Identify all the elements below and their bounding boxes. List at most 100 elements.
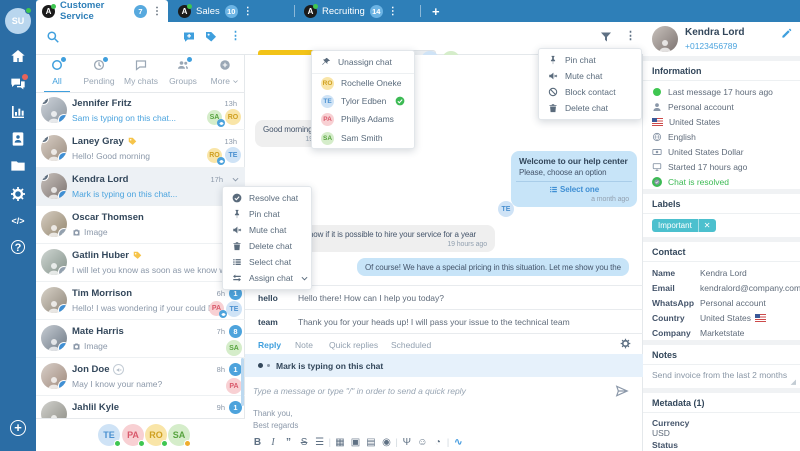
timer-icon[interactable]: ◔ — [431, 437, 444, 448]
composer-tab-scheduled[interactable]: Scheduled — [391, 340, 431, 350]
agent-avatar[interactable]: TE — [98, 424, 121, 447]
tab-menu-icon[interactable]: ⋮ — [388, 6, 398, 17]
contact-phone-link[interactable]: +0123456789 — [685, 41, 737, 51]
settings-icon[interactable] — [10, 186, 26, 202]
home-icon[interactable] — [10, 48, 26, 64]
menu-item-block-contact[interactable]: Block contact — [539, 84, 641, 100]
menu-item-agent[interactable]: RO Rochelle Oneke — [312, 74, 414, 92]
menu-item-mute-chat[interactable]: Mute chat — [223, 222, 311, 238]
composer-tab-quick-replies[interactable]: Quick replies — [329, 340, 378, 350]
agent-avatar[interactable]: RO — [145, 424, 168, 447]
chat-options-kebab-icon[interactable]: ⋮ — [625, 29, 636, 42]
info-started: Started 17 hours ago — [643, 159, 800, 174]
menu-item-resolve-chat[interactable]: Resolve chat — [223, 190, 311, 206]
bold-icon[interactable]: B — [251, 437, 264, 448]
tab-sales[interactable]: A Sales 10 ⋮ — [172, 0, 290, 22]
new-chat-icon[interactable] — [183, 31, 195, 43]
select-option-button[interactable]: Select one — [519, 185, 629, 194]
team-presence-bar: TE PA RO SA — [36, 418, 245, 451]
menu-item-unassign-chat[interactable]: Unassign chat — [312, 51, 414, 73]
add-workspace-icon[interactable]: + — [10, 420, 26, 436]
chat-list-item-selected[interactable]: Kendra Lord Mark is typing on this chat.… — [36, 168, 245, 206]
tab-menu-icon[interactable]: ⋮ — [152, 6, 162, 17]
agent-avatar: PA — [321, 112, 334, 126]
strikethrough-icon[interactable]: S — [298, 437, 311, 448]
menu-item-delete-chat[interactable]: Delete chat — [223, 238, 311, 254]
menu-item-select-chat[interactable]: Select chat — [223, 254, 311, 270]
menu-item-pin-chat[interactable]: Pin chat — [223, 206, 311, 222]
label-chip-important[interactable]: Important ✕ — [652, 219, 716, 232]
tab-unread-badge: 7 — [134, 4, 147, 18]
remove-label-icon[interactable]: ✕ — [697, 219, 716, 232]
align-icon[interactable]: ☰ — [313, 437, 326, 448]
list-tab-pending[interactable]: Pending — [78, 57, 120, 86]
resize-handle-icon[interactable]: ◢ — [791, 378, 796, 386]
quote-icon[interactable]: ” — [282, 437, 295, 448]
chat-list-item[interactable]: Tim Morrison Hello! I was wondering if y… — [36, 282, 245, 320]
contacts-icon[interactable] — [10, 131, 26, 147]
filter-icon[interactable] — [600, 31, 612, 43]
signature-toggle-icon[interactable]: ∿ — [452, 437, 465, 448]
row-menu-chevron-icon[interactable] — [231, 174, 240, 184]
italic-icon[interactable]: I — [267, 437, 280, 448]
chat-list-item[interactable]: Mate Harris Image 7h 8 SA — [36, 320, 245, 358]
us-flag-icon — [652, 117, 663, 126]
image-attach-icon[interactable]: ▦ — [333, 437, 346, 448]
microphone-icon[interactable]: Ψ — [400, 437, 413, 448]
chat-list-item[interactable]: Oscar Thomsen Image 5h — [36, 206, 245, 244]
menu-item-agent[interactable]: PA Phillys Adams — [312, 110, 414, 128]
metadata-currency: Currency USD — [652, 418, 690, 438]
files-icon[interactable] — [10, 158, 26, 174]
reassign-dropdown-menu: Unassign chat RO Rochelle Oneke TE Tylor… — [311, 50, 415, 149]
us-flag-icon — [755, 313, 767, 322]
workspace-avatar[interactable]: SU — [5, 7, 32, 34]
chat-list-item[interactable]: Gatlin Huber I will let you know as soon… — [36, 244, 245, 282]
tab-recruiting[interactable]: A Recruiting 14 ⋮ — [298, 0, 416, 22]
notes-textarea[interactable]: Send invoice from the last 2 months ◢ — [643, 365, 800, 388]
list-tab-more[interactable]: More — [204, 59, 246, 86]
tab-customer-service[interactable]: A Customer Service 7 ⋮ — [36, 0, 168, 22]
menu-item-assign-chat[interactable]: Assign chat — [223, 270, 311, 286]
list-tab-all[interactable]: All — [36, 57, 78, 93]
composer-settings-gear-icon[interactable] — [620, 338, 631, 349]
help-icon[interactable]: ? — [11, 240, 25, 254]
file-attach-icon[interactable]: ▤ — [364, 437, 377, 448]
integrations-icon[interactable]: </> — [10, 213, 26, 229]
agent-avatar[interactable]: SA — [168, 424, 191, 447]
tab-unread-badge: 10 — [224, 4, 238, 18]
member-avatar: RO — [207, 148, 225, 165]
menu-item-delete-chat[interactable]: Delete chat — [539, 100, 641, 116]
contact-field-name: Name Kendra Lord — [652, 267, 747, 278]
menu-item-agent[interactable]: SA Sam Smith — [312, 128, 414, 148]
chat-list-item[interactable]: Jennifer Fritz Sam is typing on this cha… — [36, 92, 245, 130]
chat-list-item[interactable]: Jon Doe May I know your name? 8h 1 PA — [36, 358, 245, 396]
workspace-logo: A — [42, 3, 56, 18]
search-icon[interactable] — [46, 30, 60, 44]
list-tab-groups[interactable]: Groups — [162, 57, 204, 86]
tab-menu-icon[interactable]: ⋮ — [243, 6, 253, 17]
location-icon[interactable]: ◉ — [380, 437, 393, 448]
menu-item-agent-selected[interactable]: TE Tylor Edben — [312, 92, 414, 110]
chats-icon[interactable] — [10, 74, 28, 92]
send-icon[interactable] — [615, 384, 629, 398]
agent-avatar: SA — [321, 131, 334, 145]
add-tab-button[interactable]: + — [426, 0, 446, 22]
list-scrollbar-thumb[interactable] — [241, 358, 244, 406]
template-icon[interactable]: ▣ — [349, 437, 362, 448]
emoji-icon[interactable]: ☺ — [416, 437, 429, 448]
chat-list-item[interactable]: Laney Gray Hello! Good morning 13h RO TE — [36, 130, 245, 168]
menu-item-mute-chat[interactable]: Mute chat — [539, 68, 641, 84]
agent-avatar[interactable]: PA — [122, 424, 145, 447]
message-input[interactable]: Type a message or type "/" in order to s… — [253, 386, 603, 396]
list-menu-icon[interactable]: ⋮ — [230, 29, 241, 42]
composer-tab-note[interactable]: Note — [295, 340, 313, 350]
status-dot — [161, 440, 168, 447]
edit-contact-pencil-icon[interactable] — [781, 28, 792, 39]
analytics-icon[interactable] — [10, 104, 26, 120]
tags-filter-icon[interactable] — [205, 31, 217, 43]
info-resolved-status: Chat is resolved — [643, 174, 800, 189]
quick-reply-suggestion[interactable]: team Thank you for your heads up! I will… — [245, 309, 643, 333]
list-tab-my-chats[interactable]: My chats — [120, 59, 162, 86]
chat-context-menu: Resolve chat Pin chat Mute chat Delete c… — [222, 186, 312, 290]
menu-item-pin-chat[interactable]: Pin chat — [539, 52, 641, 68]
